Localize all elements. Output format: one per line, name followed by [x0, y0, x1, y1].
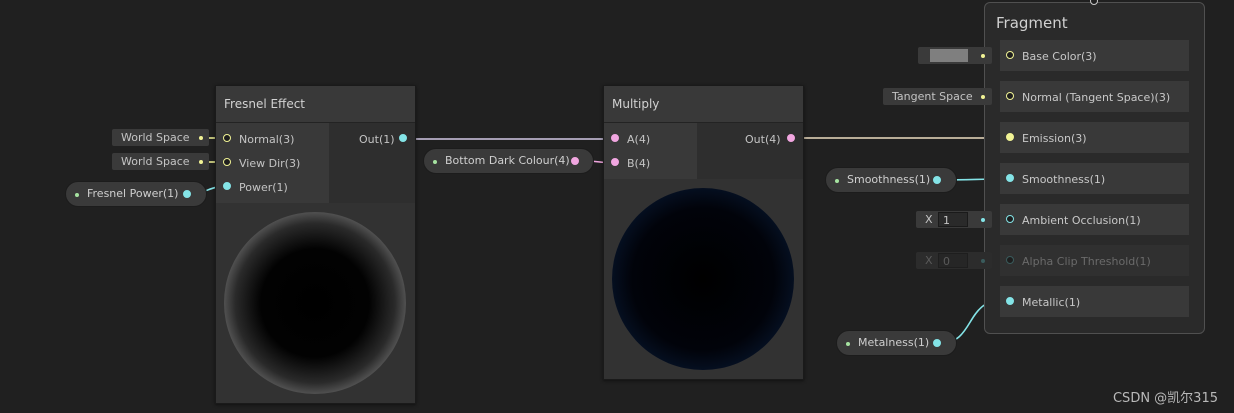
power-input-label: Power(1)	[239, 181, 288, 194]
base-color-swatch[interactable]	[930, 49, 968, 62]
viewdir-input-label: View Dir(3)	[239, 157, 301, 170]
viewdir-input-port[interactable]	[223, 158, 231, 166]
slot-label: Normal (Tangent Space)(3)	[1022, 91, 1171, 104]
normal-space-field[interactable]: World Space	[112, 129, 209, 146]
multiply-a-label: A(4)	[627, 133, 651, 146]
bottom-dark-colour-property[interactable]: Bottom Dark Colour(4)	[423, 148, 594, 174]
normal-space-dot	[981, 95, 985, 99]
slot-label: Ambient Occlusion(1)	[1022, 214, 1141, 227]
slot-label: Metallic(1)	[1022, 296, 1081, 309]
fresnel-preview-sphere	[224, 212, 406, 394]
property-label: Metalness(1)	[858, 336, 930, 349]
alpha-clip-axis-label: X	[925, 254, 933, 267]
property-dot	[846, 342, 850, 346]
fresnel-output-label: Out(1)	[359, 133, 395, 146]
node-title: Fresnel Effect	[224, 97, 306, 111]
multiply-a-port[interactable]	[611, 134, 619, 142]
viewdir-field-dot	[199, 160, 203, 164]
property-output-port[interactable]	[933, 339, 941, 347]
property-output-port[interactable]	[571, 157, 579, 165]
smoothness-port[interactable]	[1006, 174, 1014, 182]
normal-space-field[interactable]: Tangent Space	[883, 88, 992, 105]
node-title: Multiply	[612, 97, 660, 111]
slot-alpha-clip[interactable]: Alpha Clip Threshold(1)	[1000, 245, 1189, 276]
property-dot	[75, 193, 79, 197]
smoothness-property[interactable]: Smoothness(1)	[825, 167, 957, 193]
property-label: Fresnel Power(1)	[87, 187, 179, 200]
metalness-property[interactable]: Metalness(1)	[836, 330, 957, 356]
property-dot	[835, 179, 839, 183]
property-output-port[interactable]	[183, 190, 191, 198]
slot-label: Alpha Clip Threshold(1)	[1022, 255, 1151, 268]
inputs-panel	[604, 123, 697, 179]
normal-input-port[interactable]	[223, 134, 231, 142]
alpha-clip-value-input[interactable]: 0	[938, 253, 968, 268]
fresnel-output-port[interactable]	[399, 134, 407, 142]
fresnel-power-property[interactable]: Fresnel Power(1)	[65, 181, 207, 207]
multiply-output-port[interactable]	[787, 134, 795, 142]
multiply-b-port[interactable]	[611, 158, 619, 166]
node-header[interactable]: Fresnel Effect	[216, 86, 415, 123]
ao-axis-label: X	[925, 213, 933, 226]
multiply-b-label: B(4)	[627, 157, 651, 170]
slot-smoothness[interactable]: Smoothness(1)	[1000, 163, 1189, 194]
base-color-port[interactable]	[1006, 51, 1014, 59]
normal-input-label: Normal(3)	[239, 133, 295, 146]
alpha-clip-dot	[981, 259, 985, 263]
node-header[interactable]: Multiply	[604, 86, 803, 123]
property-label: Smoothness(1)	[847, 173, 931, 186]
slot-metallic[interactable]: Metallic(1)	[1000, 286, 1189, 317]
slot-label: Emission(3)	[1022, 132, 1087, 145]
viewdir-space-field[interactable]: World Space	[112, 153, 209, 170]
normal-field-dot	[199, 136, 203, 140]
power-input-port[interactable]	[223, 182, 231, 190]
slot-normal[interactable]: Normal (Tangent Space)(3)	[1000, 81, 1189, 112]
outputs-panel	[697, 123, 803, 179]
fragment-title: Fragment	[996, 14, 1068, 32]
alpha-clip-port[interactable]	[1006, 256, 1014, 264]
slot-emission[interactable]: Emission(3)	[1000, 122, 1189, 153]
watermark: CSDN @凯尔315	[1112, 391, 1218, 406]
emission-port[interactable]	[1006, 133, 1014, 141]
slot-base-color[interactable]: Base Color(3)	[1000, 40, 1189, 71]
metallic-port[interactable]	[1006, 297, 1014, 305]
ao-dot	[981, 218, 985, 222]
property-label: Bottom Dark Colour(4)	[445, 154, 570, 167]
multiply-preview-sphere	[612, 188, 794, 370]
slot-label: Base Color(3)	[1022, 50, 1097, 63]
normal-port[interactable]	[1006, 92, 1014, 100]
ao-port[interactable]	[1006, 215, 1014, 223]
slot-label: Smoothness(1)	[1022, 173, 1106, 186]
base-color-dot	[981, 54, 985, 58]
property-dot	[433, 160, 437, 164]
multiply-output-label: Out(4)	[745, 133, 781, 146]
ao-value-input[interactable]: 1	[938, 212, 968, 227]
property-output-port[interactable]	[933, 176, 941, 184]
slot-ambient-occlusion[interactable]: Ambient Occlusion(1)	[1000, 204, 1189, 235]
